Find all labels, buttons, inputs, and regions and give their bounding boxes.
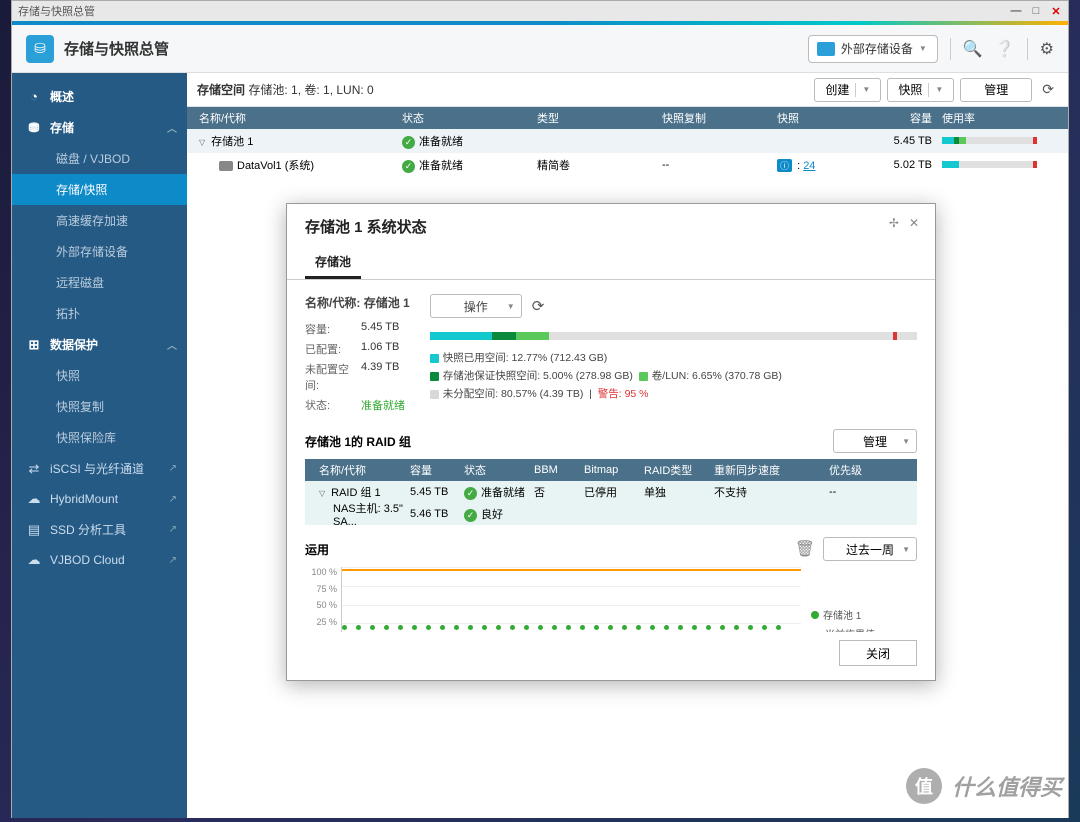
close-button[interactable]: 关闭 (839, 640, 917, 666)
pool-status-modal: 存储池 1 系统状态 ✢ ✕ 存储池 名称/代称: 存储池 1 容量:5.45 … (286, 203, 936, 681)
threshold-line (342, 569, 801, 571)
watermark: 值 什么值得买 (906, 768, 1062, 804)
breadcrumb: 存储空间 存储池: 1, 卷: 1, LUN: 0 (197, 81, 374, 98)
refresh-icon[interactable]: ⟳ (1038, 81, 1058, 98)
titlebar: 存储与快照总管 — □ ✕ (12, 1, 1068, 21)
snapshot-badge: ⓘ (777, 159, 792, 172)
gear-icon[interactable]: ⚙ (1040, 39, 1054, 59)
sidebar-item-snapshot[interactable]: 存储/快照 (12, 174, 187, 205)
raid-row[interactable]: NAS主机: 3.5" SA... 5.46 TB ✓良好 (305, 503, 917, 525)
external-device-button[interactable]: 外部存储设备 ▼ (808, 35, 938, 63)
delete-icon[interactable]: 🗑 (795, 539, 815, 559)
sidebar: ◔概述 ⛃存储︿ 磁盘 / VJBOD 存储/快照 高速缓存加速 外部存储设备 … (12, 73, 187, 818)
snapshot-count-link[interactable]: 24 (803, 160, 815, 172)
period-select[interactable]: 过去一周▼ (823, 537, 917, 561)
refresh-icon[interactable]: ⟳ (532, 297, 545, 315)
sidebar-item-iscsi[interactable]: ⇄iSCSI 与光纤通道↗ (12, 453, 187, 484)
chevron-up-icon: ︿ (167, 337, 177, 352)
raid-table: 名称/代称容量状态BBMBitmapRAID类型重新同步速度优先级 ▽RAID … (305, 459, 917, 525)
status-ok-icon: ✓ (402, 160, 415, 173)
toolbar: 存储空间 存储池: 1, 卷: 1, LUN: 0 创建▼ 快照▼ 管理 ⟳ (187, 73, 1068, 107)
sidebar-item-storage[interactable]: ⛃存储︿ (12, 112, 187, 143)
device-icon (817, 42, 835, 56)
sidebar-item-overview[interactable]: ◔概述 (12, 81, 187, 112)
operation-button[interactable]: 操作▼ (430, 294, 522, 318)
data-line (342, 627, 801, 629)
app-title: 存储与快照总管 (64, 38, 169, 59)
sidebar-item-ssd[interactable]: ▤SSD 分析工具↗ (12, 514, 187, 545)
allocation-bar (430, 332, 917, 340)
search-icon[interactable]: 🔍 (963, 39, 983, 59)
raid-manage-button[interactable]: 管理▼ (833, 429, 917, 453)
usage-bar (942, 137, 1037, 144)
disk-icon (219, 161, 233, 171)
external-link-icon: ↗ (169, 494, 177, 505)
raid-group-label: 存储池 1的 RAID 组 (305, 433, 411, 450)
usage-bar (942, 161, 1037, 168)
table-header: 名称/代称 状态 类型 快照复制 快照 容量 使用率 (187, 107, 1068, 129)
chevron-up-icon: ︿ (167, 120, 177, 135)
app-icon: ⛁ (26, 35, 54, 63)
sidebar-item-disks[interactable]: 磁盘 / VJBOD (12, 143, 187, 174)
snapshot-button[interactable]: 快照▼ (887, 78, 954, 102)
manage-button[interactable]: 管理 (960, 78, 1032, 102)
sidebar-item-vault[interactable]: 快照保险库 (12, 422, 187, 453)
chevron-down-icon: ▽ (319, 489, 325, 498)
modal-tabs: 存储池 (287, 247, 935, 280)
close-icon[interactable]: ✕ (909, 216, 919, 237)
table-row-pool[interactable]: ▽存储池 1 ✓准备就绪 5.45 TB (187, 129, 1068, 153)
sidebar-item-snaprep[interactable]: 快照复制 (12, 391, 187, 422)
create-button[interactable]: 创建▼ (814, 78, 881, 102)
sidebar-item-hybrid[interactable]: ☁HybridMount↗ (12, 484, 187, 514)
window-title: 存储与快照总管 (18, 3, 95, 19)
sidebar-item-protect[interactable]: ⊞数据保护︿ (12, 329, 187, 360)
chevron-down-icon: ▽ (199, 138, 205, 147)
maximize-button[interactable]: □ (1030, 5, 1042, 17)
sidebar-item-cache[interactable]: 高速缓存加速 (12, 205, 187, 236)
tab-pool[interactable]: 存储池 (305, 247, 361, 279)
status-ok-icon: ✓ (402, 136, 415, 149)
sidebar-item-vjbod[interactable]: ☁VJBOD Cloud↗ (12, 545, 187, 575)
sidebar-item-snap2[interactable]: 快照 (12, 360, 187, 391)
modal-title: 存储池 1 系统状态 (305, 216, 427, 237)
usage-chart: 运用 🗑 过去一周▼ 100 %75 %50 %25 %0 % 存储池 1 当 (305, 537, 917, 632)
table-row-volume[interactable]: DataVol1 (系统) ✓准备就绪 精简卷 -- ⓘ : 24 5.02 T… (187, 153, 1068, 177)
sidebar-item-remote[interactable]: 远程磁盘 (12, 267, 187, 298)
help-icon[interactable]: ❔ (995, 39, 1015, 59)
close-button[interactable]: ✕ (1050, 5, 1062, 17)
minimize-button[interactable]: — (1010, 5, 1022, 17)
expand-icon[interactable]: ✢ (889, 216, 899, 237)
external-link-icon: ↗ (169, 524, 177, 535)
external-link-icon: ↗ (169, 463, 177, 474)
sidebar-item-topo[interactable]: 拓扑 (12, 298, 187, 329)
sidebar-item-external[interactable]: 外部存储设备 (12, 236, 187, 267)
external-link-icon: ↗ (169, 555, 177, 566)
header: ⛁ 存储与快照总管 外部存储设备 ▼ 🔍 ❔ ⚙ (12, 25, 1068, 73)
